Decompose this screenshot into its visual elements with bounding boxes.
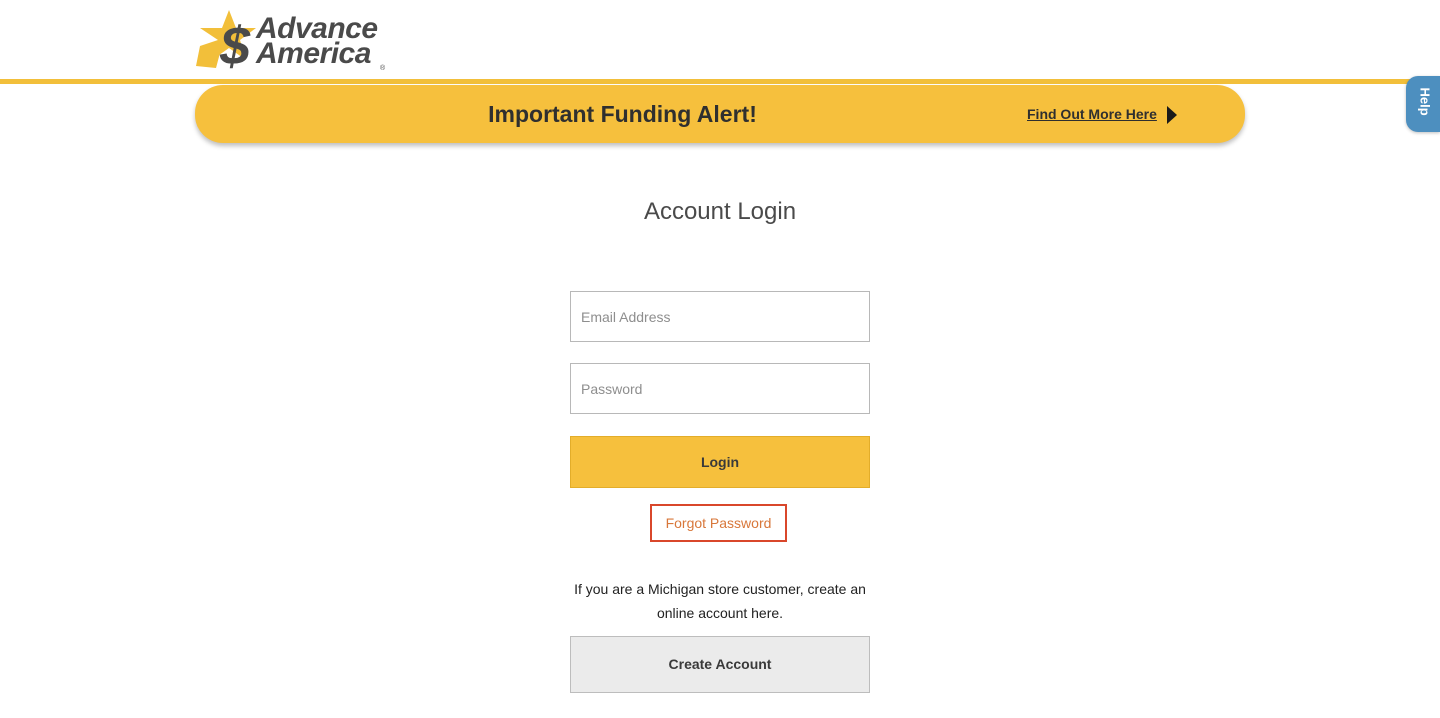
page-title: Account Login	[643, 198, 797, 225]
svg-text:$: $	[219, 16, 251, 70]
michigan-customer-note: If you are a Michigan store customer, cr…	[574, 581, 866, 621]
logo-line-america: America	[256, 37, 371, 70]
logo-wordmark: Advance America	[256, 14, 378, 70]
forgot-password-link[interactable]: Forgot Password	[650, 504, 787, 542]
registered-mark: ®	[380, 65, 386, 72]
find-out-more-link[interactable]: Find Out More Here	[1027, 85, 1157, 143]
advance-america-logo[interactable]: $ Advance America ®	[194, 8, 399, 72]
star-dollar-logo-icon: $	[196, 10, 256, 70]
password-field[interactable]	[570, 363, 870, 414]
login-button[interactable]: Login	[570, 436, 870, 488]
funding-alert-banner: Important Funding Alert! Find Out More H…	[195, 85, 1245, 143]
site-header: $ Advance America ®	[0, 0, 1440, 80]
email-field[interactable]	[570, 291, 870, 342]
alert-title: Important Funding Alert!	[488, 101, 757, 127]
help-tab-label: Help	[1417, 87, 1433, 116]
header-divider	[0, 79, 1440, 84]
create-account-button[interactable]: Create Account	[570, 636, 870, 693]
help-tab[interactable]: Help	[1406, 76, 1440, 132]
play-arrow-icon[interactable]	[1167, 106, 1177, 124]
